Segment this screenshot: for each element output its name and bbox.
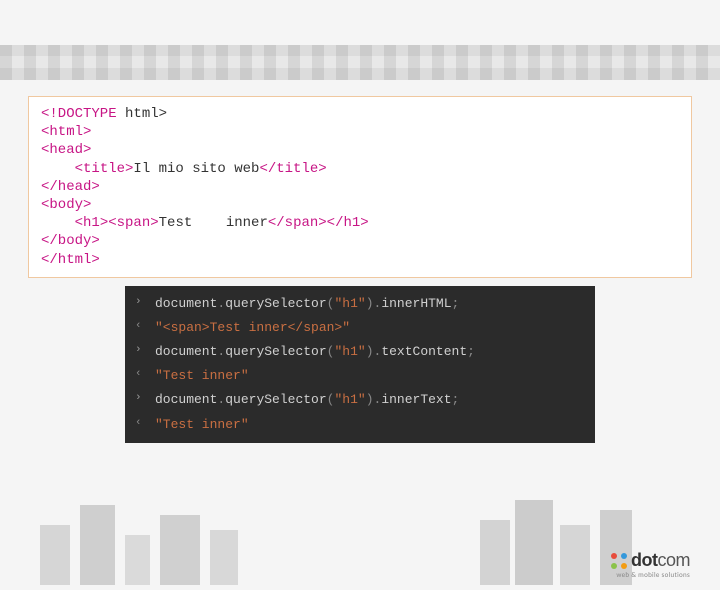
skyline-decoration	[0, 495, 720, 585]
logo-tagline: web & mobile solutions	[616, 570, 690, 579]
console-expression: document.querySelector("h1").textContent…	[155, 343, 475, 361]
logo-rest: com	[657, 550, 690, 570]
chevron-right-icon: ‹	[135, 416, 147, 431]
console-result: "Test inner"	[155, 367, 249, 385]
console-input-line: › document.querySelector("h1").innerText;	[135, 388, 585, 412]
logo-text: dotcom	[631, 550, 690, 571]
console-output-line: ‹ "<span>Test inner</span>"	[135, 316, 585, 340]
console-result: "Test inner"	[155, 416, 249, 434]
chevron-right-icon: ‹	[135, 367, 147, 382]
html-source-snippet: <!DOCTYPE html> <html> <head> <title>Il …	[28, 96, 692, 278]
chevron-right-icon: ‹	[135, 319, 147, 334]
chevron-right-icon: ›	[135, 391, 147, 406]
console-input-line: › document.querySelector("h1").innerHTML;	[135, 292, 585, 316]
logo-icon	[611, 553, 627, 569]
chevron-right-icon: ›	[135, 295, 147, 310]
chevron-right-icon: ›	[135, 343, 147, 358]
console-output-line: ‹ "Test inner"	[135, 413, 585, 437]
console-result: "<span>Test inner</span>"	[155, 319, 350, 337]
devtools-console: › document.querySelector("h1").innerHTML;…	[125, 286, 595, 443]
logo-bold: dot	[631, 550, 657, 570]
brand-logo: dotcom	[611, 550, 690, 571]
console-output-line: ‹ "Test inner"	[135, 364, 585, 388]
console-expression: document.querySelector("h1").innerHTML;	[155, 295, 459, 313]
console-input-line: › document.querySelector("h1").textConten…	[135, 340, 585, 364]
decorative-top-pattern	[0, 45, 720, 80]
console-expression: document.querySelector("h1").innerText;	[155, 391, 459, 409]
